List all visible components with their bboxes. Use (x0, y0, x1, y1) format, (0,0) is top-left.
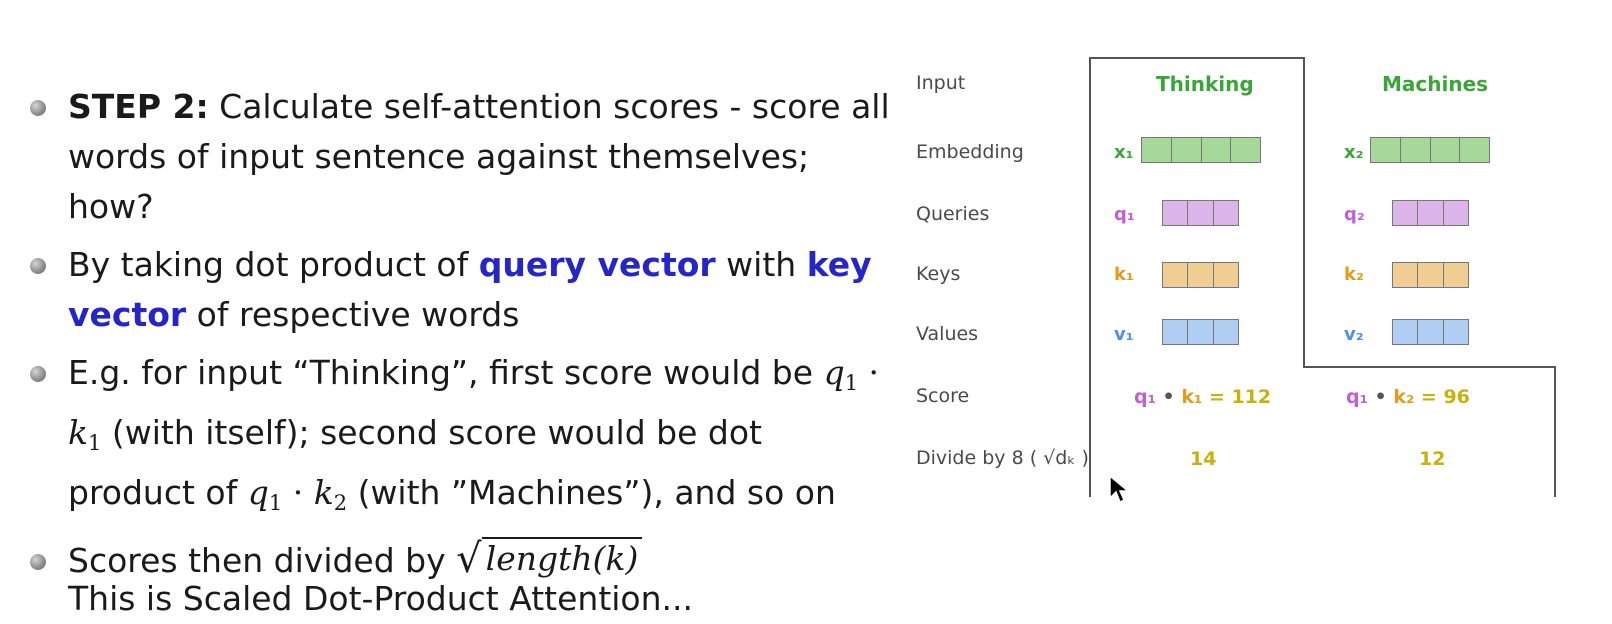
row-label-embedding: Embedding (916, 141, 1024, 163)
math-symbol: q (247, 473, 269, 512)
score-key: k₂ (1393, 386, 1415, 408)
step-label: STEP 2: (68, 87, 209, 126)
bullet-text: E.g. for input “Thinking”, first score w… (68, 353, 824, 392)
label-q2: q₂ (1344, 204, 1365, 225)
math-symbol: k (68, 413, 88, 452)
label-x1: x₁ (1114, 142, 1134, 163)
math-operator: · (282, 473, 314, 512)
frame-top (1089, 57, 1304, 59)
divided-score-2: 12 (1419, 448, 1446, 470)
bullet-text: By taking dot product of (68, 245, 479, 284)
bullet-text: (with ”Machines”), and so on (347, 473, 836, 512)
label-v2: v₂ (1344, 324, 1364, 345)
bullet-dot-icon (30, 366, 46, 382)
bullet-list: STEP 2: Calculate self-attention scores … (30, 82, 896, 594)
slide: STEP 2: Calculate self-attention scores … (0, 0, 1612, 618)
row-label-divide: Divide by 8 ( √dₖ ) (916, 447, 1089, 469)
math-subscript: 1 (88, 431, 102, 455)
score-query: q₁ (1346, 386, 1368, 408)
highlight-query-vector: query vector (478, 245, 716, 284)
key-vector-k2 (1392, 262, 1469, 288)
row-label-input: Input (916, 72, 966, 94)
sqrt-icon: √ (456, 536, 482, 582)
value-vector-v2 (1392, 319, 1469, 345)
query-vector-q2 (1392, 200, 1469, 226)
math-subscript: 1 (844, 371, 859, 395)
sqrt-expression: √ length(k) (456, 536, 643, 582)
score-operator: • (1367, 386, 1394, 408)
bullet-text: of respective words (186, 295, 520, 334)
score-key: k₁ (1181, 386, 1203, 408)
bullet-dot-product: By taking dot product of query vector wi… (30, 240, 896, 340)
score-operator: • (1155, 386, 1182, 408)
score-q1-k2: q₁ • k₂ = 96 (1346, 386, 1470, 408)
math-subscript: 1 (268, 491, 283, 515)
label-k2: k₂ (1344, 264, 1364, 285)
frame-left (1089, 57, 1091, 497)
row-label-keys: Keys (916, 263, 961, 285)
score-equals: = (1202, 386, 1232, 408)
cutoff-bullet: This is Scaled Dot-Product Attention... (36, 574, 693, 624)
bullet-dot-icon (30, 554, 46, 570)
math-q1-k2: q1 · k2 (247, 473, 348, 515)
divided-score-1: 14 (1190, 448, 1217, 470)
word-machines: Machines (1382, 72, 1489, 96)
mouse-cursor-icon (1109, 474, 1131, 504)
label-x2: x₂ (1344, 142, 1364, 163)
label-k1: k₁ (1114, 264, 1134, 285)
row-label-queries: Queries (916, 203, 990, 225)
bullet-example: E.g. for input “Thinking”, first score w… (30, 348, 896, 528)
self-attention-diagram: Input Embedding Queries Keys Values Scor… (900, 50, 1612, 510)
bullet-step2: STEP 2: Calculate self-attention scores … (30, 82, 896, 232)
score-value: 96 (1443, 386, 1470, 408)
math-symbol: q (823, 353, 845, 392)
embedding-vector-x1 (1141, 137, 1261, 163)
row-label-values: Values (916, 323, 979, 345)
frame-right (1554, 366, 1556, 497)
row-label-score: Score (916, 385, 970, 407)
bullet-text: with (715, 245, 807, 284)
score-value: 112 (1231, 386, 1272, 408)
score-query: q₁ (1134, 386, 1156, 408)
score-q1-k1: q₁ • k₁ = 112 (1134, 386, 1271, 408)
sqrt-body: length(k) (481, 537, 643, 579)
word-thinking: Thinking (1156, 72, 1254, 96)
cutoff-text: This is Scaled Dot-Product Attention... (68, 579, 694, 618)
bullet-dot-icon (30, 100, 46, 116)
math-symbol: k (313, 473, 334, 512)
math-operator: · (858, 353, 880, 392)
score-equals: = (1414, 386, 1444, 408)
bullet-dot-icon (30, 258, 46, 274)
embedding-vector-x2 (1370, 137, 1490, 163)
label-q1: q₁ (1114, 204, 1135, 225)
key-vector-k1 (1162, 262, 1239, 288)
value-vector-v1 (1162, 319, 1239, 345)
frame-step (1303, 366, 1555, 368)
label-v1: v₁ (1114, 324, 1134, 345)
frame-middle (1303, 57, 1305, 367)
query-vector-q1 (1162, 200, 1239, 226)
math-subscript: 2 (333, 491, 348, 515)
